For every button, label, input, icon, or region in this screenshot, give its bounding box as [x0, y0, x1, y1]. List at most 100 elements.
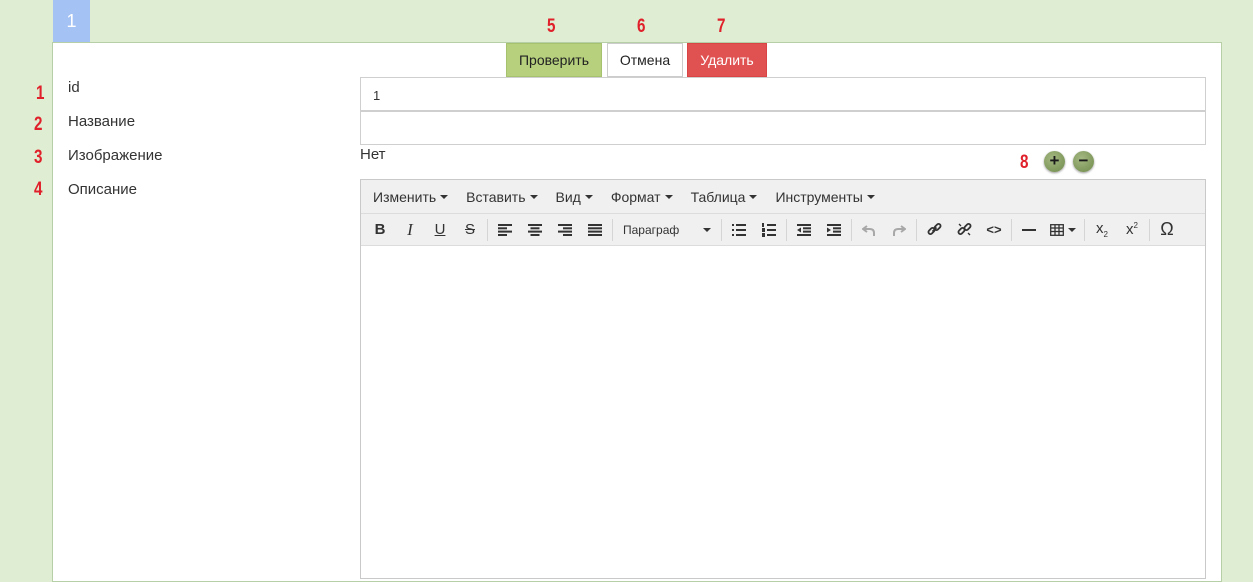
annotation-3: 3 [34, 147, 43, 168]
chevron-down-icon [584, 194, 593, 199]
menu-table-label: Таблица [690, 188, 746, 205]
bullet-list-button[interactable] [724, 215, 754, 245]
chevron-down-icon [1068, 227, 1076, 232]
annotation-5: 5 [547, 16, 556, 37]
image-value: Нет [360, 146, 386, 163]
indent-button[interactable] [819, 215, 849, 245]
align-right-button[interactable] [550, 215, 580, 245]
italic-icon: I [407, 219, 413, 239]
annotation-4: 4 [34, 179, 43, 200]
tab-1[interactable]: 1 [53, 0, 90, 42]
menu-view[interactable]: Вид [547, 189, 602, 205]
cancel-button[interactable]: Отмена [607, 43, 683, 77]
omega-icon: Ω [1160, 219, 1174, 239]
superscript-button[interactable]: x2 [1117, 215, 1147, 245]
underline-icon: U [434, 221, 446, 238]
toolbar-divider [487, 218, 488, 241]
toolbar-divider [851, 218, 852, 241]
menu-edit-label: Изменить [373, 188, 437, 205]
undo-icon [862, 224, 875, 236]
menu-table[interactable]: Таблица [682, 189, 767, 205]
subscript-icon: x2 [1096, 220, 1108, 239]
outdent-icon [797, 223, 811, 236]
align-justify-button[interactable] [580, 215, 610, 245]
align-left-icon [498, 223, 512, 236]
delete-button[interactable]: Удалить [687, 43, 767, 77]
tab-number: 1 [66, 11, 77, 31]
special-character-button[interactable]: Ω [1152, 215, 1182, 245]
toolbar-divider [1011, 218, 1012, 241]
chevron-down-icon [866, 194, 875, 199]
annotation-8: 8 [1020, 152, 1029, 173]
annotation-7: 7 [717, 16, 726, 37]
strikethrough-button[interactable]: S [455, 215, 485, 245]
outdent-button[interactable] [789, 215, 819, 245]
numbered-list-icon [762, 222, 776, 237]
chevron-down-icon [703, 227, 711, 232]
toolbar-divider [612, 218, 613, 241]
horizontal-rule-icon [1022, 228, 1036, 231]
description-editor: Изменить Вставить Вид Формат Таблица Инс… [360, 179, 1206, 579]
undo-button[interactable] [854, 215, 884, 245]
align-right-icon [558, 223, 572, 236]
toolbar-divider [721, 218, 722, 241]
numbered-list-button[interactable] [754, 215, 784, 245]
toolbar-divider [916, 218, 917, 241]
editor-toolbar: B I U S Параграф <> x2 x2 Ω [361, 214, 1205, 246]
annotation-6: 6 [637, 16, 646, 37]
editor-content-area[interactable] [361, 246, 1205, 576]
chevron-down-icon [664, 194, 673, 199]
add-image-button[interactable]: + [1044, 151, 1065, 172]
strikethrough-icon: S [464, 221, 475, 238]
annotation-2: 2 [34, 114, 43, 135]
table-button[interactable] [1044, 215, 1082, 245]
check-button[interactable]: Проверить [506, 43, 602, 77]
align-justify-icon [588, 223, 602, 236]
menu-insert-label: Вставить [466, 188, 526, 205]
menu-insert[interactable]: Вставить [457, 189, 546, 205]
menu-format[interactable]: Формат [602, 189, 682, 205]
toolbar-divider [1149, 218, 1150, 241]
toolbar-divider [786, 218, 787, 241]
subscript-button[interactable]: x2 [1087, 215, 1117, 245]
bullet-list-icon [732, 223, 746, 236]
align-center-icon [528, 223, 542, 236]
bold-icon: B [374, 221, 386, 238]
menu-tools-label: Инструменты [775, 188, 863, 205]
italic-button[interactable]: I [395, 215, 425, 245]
remove-link-button[interactable] [949, 215, 979, 245]
paragraph-format-select[interactable]: Параграф [615, 215, 719, 245]
menu-view-label: Вид [555, 188, 581, 205]
redo-icon [893, 224, 906, 236]
underline-button[interactable]: U [425, 215, 455, 245]
image-label: Изображение [68, 147, 163, 164]
link-icon [927, 223, 941, 235]
toolbar-divider [1084, 218, 1085, 241]
horizontal-rule-button[interactable] [1014, 215, 1044, 245]
menu-tools[interactable]: Инструменты [766, 189, 883, 205]
code-icon: <> [986, 222, 1002, 237]
menu-format-label: Формат [610, 188, 661, 205]
table-icon [1050, 223, 1064, 236]
name-field[interactable] [360, 111, 1206, 145]
id-field[interactable]: 1 [360, 77, 1206, 111]
indent-icon [827, 223, 841, 236]
annotation-1: 1 [36, 83, 45, 104]
bold-button[interactable]: B [365, 215, 395, 245]
menu-edit[interactable]: Изменить [364, 189, 457, 205]
subscript-x: x [1096, 220, 1104, 237]
remove-image-button[interactable]: − [1073, 151, 1094, 172]
chevron-down-icon [749, 194, 758, 199]
name-label: Название [68, 113, 136, 130]
id-label: id [68, 79, 80, 96]
superscript-icon: x2 [1126, 221, 1138, 238]
redo-button[interactable] [884, 215, 914, 245]
editor-menubar: Изменить Вставить Вид Формат Таблица Инс… [361, 180, 1205, 214]
chevron-down-icon [529, 194, 538, 199]
align-left-button[interactable] [490, 215, 520, 245]
unlink-icon [957, 223, 971, 236]
source-code-button[interactable]: <> [979, 215, 1009, 245]
align-center-button[interactable] [520, 215, 550, 245]
description-label: Описание [68, 181, 138, 198]
insert-link-button[interactable] [919, 215, 949, 245]
